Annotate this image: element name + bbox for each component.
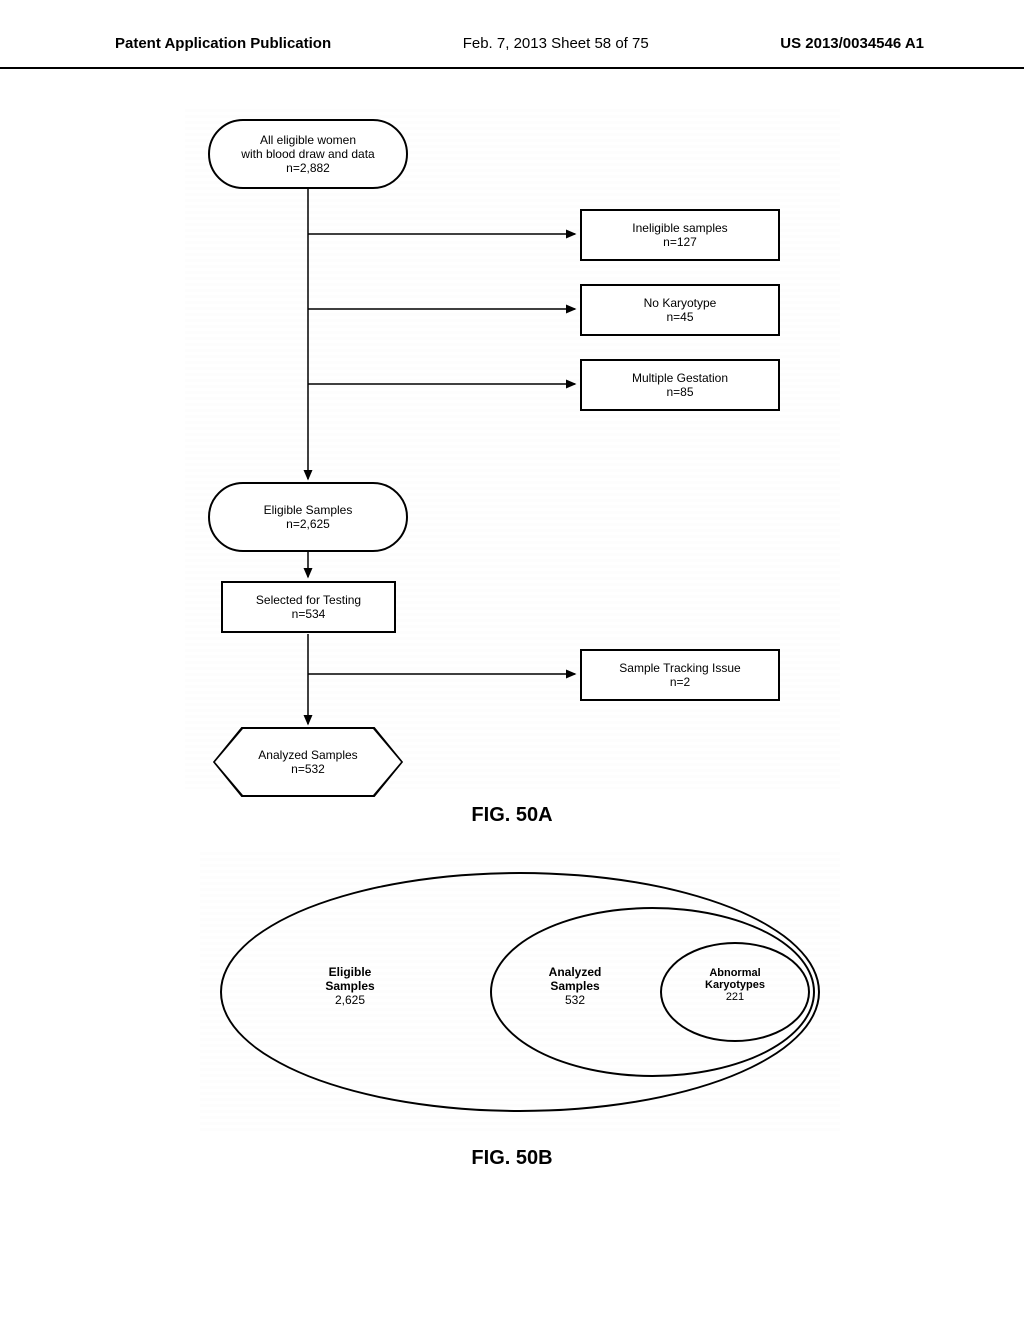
eligible-node: Eligible Samples n=2,625 <box>208 482 408 552</box>
ineligible-value: n=127 <box>663 235 697 249</box>
flowchart-diagram: All eligible women with blood draw and d… <box>185 109 840 789</box>
venn-abnormal-subtitle: Karyotypes <box>705 979 765 991</box>
selected-title: Selected for Testing <box>256 593 361 607</box>
figure-label-a: FIG. 50A <box>0 804 1024 827</box>
eligible-value: n=2,625 <box>286 517 330 531</box>
venn-eligible-value: 2,625 <box>305 993 395 1007</box>
venn-diagram: Eligible Samples 2,625 Analyzed Samples … <box>200 852 840 1132</box>
venn-abnormal-value: 221 <box>680 991 790 1003</box>
venn-analyzed-subtitle: Samples <box>550 979 599 993</box>
header-patent-number: US 2013/0034546 A1 <box>780 35 924 52</box>
start-node: All eligible women with blood draw and d… <box>208 119 408 189</box>
selected-node: Selected for Testing n=534 <box>221 581 396 633</box>
multiple-node: Multiple Gestation n=85 <box>580 359 780 411</box>
venn-eligible-subtitle: Samples <box>325 979 374 993</box>
analyzed-value: n=532 <box>291 762 325 776</box>
start-line1: All eligible women <box>260 133 356 147</box>
ineligible-title: Ineligible samples <box>632 221 727 235</box>
nokaryotype-value: n=45 <box>666 310 693 324</box>
venn-analyzed-title: Analyzed <box>549 965 602 979</box>
tracking-value: n=2 <box>670 675 690 689</box>
page-header: Patent Application Publication Feb. 7, 2… <box>0 0 1024 69</box>
nokaryotype-title: No Karyotype <box>644 296 717 310</box>
figure-label-b: FIG. 50B <box>0 1147 1024 1170</box>
selected-value: n=534 <box>292 607 326 621</box>
venn-analyzed-value: 532 <box>530 993 620 1007</box>
analyzed-title: Analyzed Samples <box>258 748 357 762</box>
eligible-title: Eligible Samples <box>264 503 353 517</box>
tracking-node: Sample Tracking Issue n=2 <box>580 649 780 701</box>
venn-eligible-label: Eligible Samples 2,625 <box>305 965 395 1007</box>
start-value: n=2,882 <box>286 161 330 175</box>
venn-eligible-title: Eligible <box>329 965 372 979</box>
nokaryotype-node: No Karyotype n=45 <box>580 284 780 336</box>
header-publication: Patent Application Publication <box>115 35 331 52</box>
tracking-title: Sample Tracking Issue <box>619 661 740 675</box>
venn-abnormal-label: Abnormal Karyotypes 221 <box>680 967 790 1003</box>
header-sheet-info: Feb. 7, 2013 Sheet 58 of 75 <box>463 35 649 52</box>
start-line2: with blood draw and data <box>241 147 374 161</box>
ineligible-node: Ineligible samples n=127 <box>580 209 780 261</box>
multiple-value: n=85 <box>666 385 693 399</box>
multiple-title: Multiple Gestation <box>632 371 728 385</box>
analyzed-node: Analyzed Samples n=532 <box>213 727 403 797</box>
venn-analyzed-label: Analyzed Samples 532 <box>530 965 620 1007</box>
venn-abnormal-title: Abnormal <box>709 967 760 979</box>
